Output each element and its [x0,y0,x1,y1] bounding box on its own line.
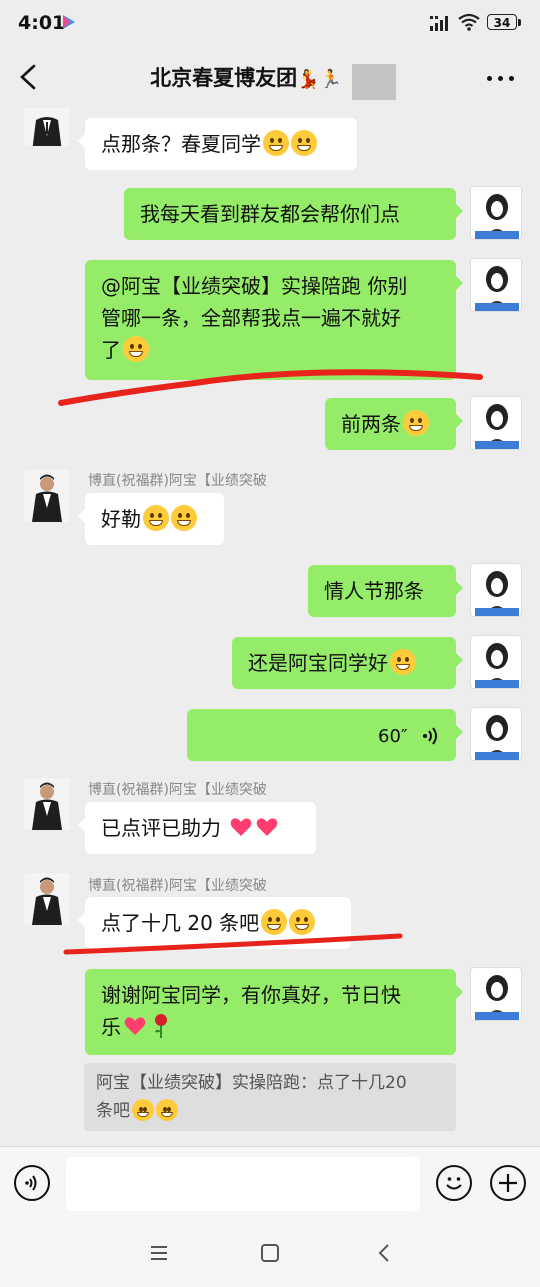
message-bubble[interactable]: 好勒 [78,493,224,545]
thinking-emoji-icon [291,130,317,156]
my-avatar[interactable] [470,707,522,761]
chat-header: 北京春夏博友团💃🏃 [0,46,540,108]
voice-message-bubble[interactable]: 60″ [187,709,463,761]
blurred-region [352,64,396,100]
grin-emoji-icon [143,505,169,531]
message-text-line: 管哪一条，全部帮我点一遍不就好 [101,306,401,330]
grin-emoji-icon [123,336,149,362]
avatar[interactable] [24,778,70,830]
more-options-icon[interactable] [484,70,520,86]
my-avatar[interactable] [470,258,522,312]
system-navigation-bar [0,1222,540,1287]
chat-title-emoji: 💃🏃 [297,69,342,90]
voice-duration: 60″ [378,726,408,747]
message-text: 前两条 [341,412,401,436]
smiley-icon [446,1177,462,1190]
message-text: 好勒 [101,507,141,531]
message-text: 点那条？春夏同学 [101,132,261,156]
grin-emoji-icon [171,505,197,531]
voice-input-button[interactable] [14,1165,50,1201]
emoji-button[interactable] [436,1165,472,1201]
avatar[interactable] [24,873,70,925]
message-text: 情人节那条 [324,579,424,603]
message-bubble[interactable]: 已点评已助力 [78,802,316,854]
my-avatar[interactable] [470,396,522,450]
quoted-message[interactable]: 阿宝【业绩突破】实操陪跑：点了十几20 条吧 [84,1063,456,1131]
my-avatar[interactable] [470,563,522,617]
more-functions-button[interactable] [490,1165,526,1201]
message-input[interactable] [66,1157,420,1211]
sender-name: 博直(祝福群)阿宝【业绩突破 [88,782,267,798]
heart-emoji-icon [257,818,278,836]
battery-icon: 34 [487,14,521,30]
quote-text-line: 阿宝【业绩突破】实操陪跑：点了十几20 [96,1073,407,1093]
home-icon[interactable] [259,1242,281,1264]
message-bubble[interactable]: 情人节那条 [308,565,463,617]
grin-emoji-icon [132,1099,154,1121]
message-bubble[interactable]: 我每天看到群友都会帮你们点 [124,188,463,240]
message-text-line: @阿宝【业绩突破】实操陪跑 你别 [101,274,408,298]
my-avatar[interactable] [470,967,522,1021]
message-text-line: 谢谢阿宝同学，有你真好，节日快 [101,983,401,1007]
chat-message-list[interactable]: 点那条？春夏同学 我每天看到群友都会帮你们点 @阿宝【业绩突破】实操陪跑 你别 … [0,108,540,1148]
status-time: 4:01 [18,12,66,34]
play-store-icon [63,15,75,29]
message-bubble[interactable]: @阿宝【业绩突破】实操陪跑 你别 管哪一条，全部帮我点一遍不就好 了 [85,260,463,380]
message-text: 还是阿宝同学好 [248,651,388,675]
message-text: 已点评已助力 [101,816,221,840]
my-avatar[interactable] [470,186,522,240]
chat-title: 北京春夏博友团💃🏃 [0,62,540,92]
grin-emoji-icon [390,649,416,675]
rose-emoji-icon [155,1014,167,1038]
thinking-emoji-icon [403,410,429,436]
message-bubble[interactable]: 前两条 [325,398,463,450]
input-bar [0,1146,540,1223]
heart-emoji-icon [231,818,252,836]
status-bar: 4:01 34 [0,0,540,46]
message-text-line: 了 [101,338,121,362]
menu-icon[interactable] [148,1242,170,1264]
quote-text-line: 条吧 [96,1101,130,1121]
message-bubble[interactable]: 谢谢阿宝同学，有你真好，节日快 乐 [85,969,463,1055]
plus-icon [499,1174,517,1192]
signal-icon [430,16,448,31]
wifi-icon [458,13,480,31]
grin-emoji-icon [156,1099,178,1121]
sender-name: 博直(祝福群)阿宝【业绩突破 [88,878,267,894]
message-text-line: 乐 [101,1015,121,1039]
heart-emoji-icon [124,1017,146,1035]
back-icon[interactable] [374,1242,396,1264]
chat-title-text: 北京春夏博友团 [150,66,298,90]
red-underline-annotation [63,933,403,955]
avatar[interactable] [24,108,70,146]
message-bubble[interactable]: 还是阿宝同学好 [232,637,463,689]
voice-icon [25,1175,37,1191]
message-bubble[interactable]: 点那条？春夏同学 [78,118,357,170]
sender-name: 博直(祝福群)阿宝【业绩突破 [88,473,267,489]
thinking-emoji-icon [263,130,289,156]
avatar[interactable] [24,470,70,522]
my-avatar[interactable] [470,635,522,689]
message-text: 我每天看到群友都会帮你们点 [140,202,400,226]
voice-wave-icon [423,727,437,745]
